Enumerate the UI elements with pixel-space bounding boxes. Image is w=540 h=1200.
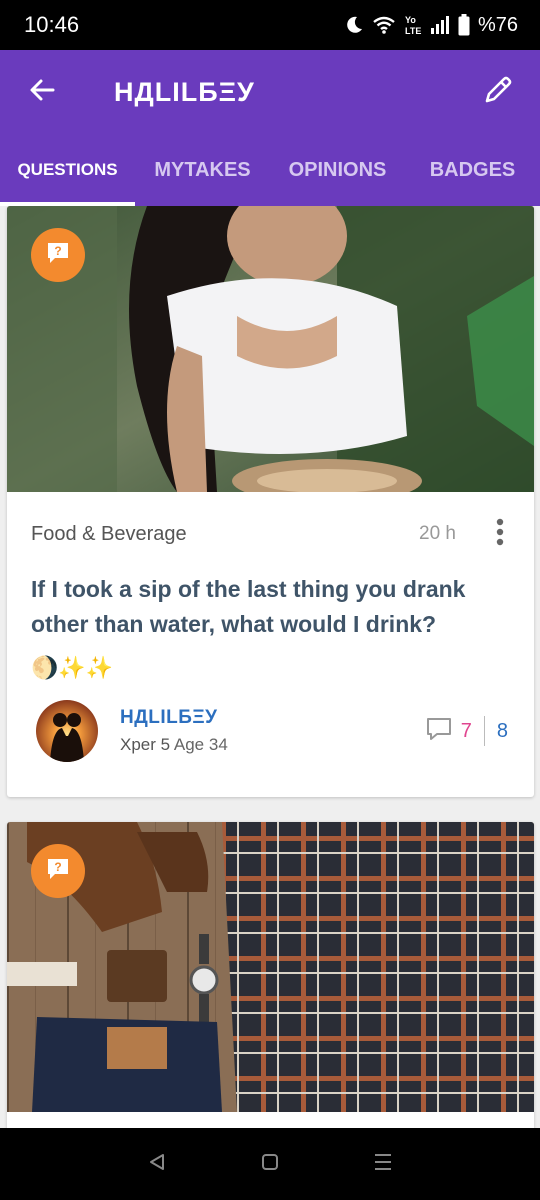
more-options-button[interactable] [490, 517, 510, 551]
question-stats[interactable]: 7 8 [425, 716, 508, 747]
avatar[interactable] [36, 700, 98, 762]
category-label[interactable]: Food & Beverage [31, 523, 187, 546]
meta-right: 20 h [419, 517, 510, 551]
pencil-icon [482, 74, 514, 111]
status-time: 10:46 [24, 12, 80, 37]
page-title: НДLILБΞУ [114, 76, 255, 107]
nav-recents-button[interactable] [363, 1144, 403, 1184]
back-button[interactable] [0, 50, 84, 134]
author-xper: Xper 5 [120, 735, 171, 754]
tab-opinions[interactable]: OPINIONS [270, 134, 405, 206]
battery-icon [458, 14, 470, 36]
triangle-back-icon [147, 1152, 167, 1177]
tab-questions[interactable]: QUESTIONS [0, 134, 135, 206]
question-image[interactable]: ? [7, 206, 534, 492]
card-meta: Food & Beverage 20 h [31, 514, 510, 554]
more-vertical-icon [496, 518, 504, 551]
status-bar: 10:46 Yo LTE %76 [0, 0, 540, 50]
author-age: Age 34 [173, 735, 228, 754]
svg-text:LTE: LTE [405, 26, 421, 36]
status-icons: Yo LTE %76 [344, 14, 518, 37]
tab-badges[interactable]: BADGES [405, 134, 540, 206]
opinion-count: 7 [460, 719, 472, 742]
svg-text:?: ? [54, 860, 61, 874]
square-home-icon [260, 1152, 280, 1177]
menu-lines-icon [373, 1152, 393, 1177]
author-meta: Xper 5 Age 34 [120, 735, 425, 755]
app-bar: НДLILБΞУ [0, 50, 540, 134]
question-badge: ? [31, 228, 85, 282]
moon-icon [344, 15, 364, 35]
question-badge: ? [31, 844, 85, 898]
nav-home-button[interactable] [250, 1144, 290, 1184]
stats-divider [483, 716, 485, 746]
question-card[interactable]: ? Food & Beverage 20 h If I took a sip o… [7, 206, 534, 797]
tab-label: MYTAKES [154, 158, 251, 181]
tab-bar: QUESTIONS MYTAKES OPINIONS BADGES [0, 134, 540, 206]
question-bubble-icon: ? [45, 240, 71, 271]
edit-button[interactable] [456, 50, 540, 134]
comment-icon [425, 716, 453, 747]
tab-mytakes[interactable]: MYTAKES [135, 134, 270, 206]
tab-label: BADGES [429, 158, 516, 181]
card-body: Food & Beverage 20 h If I took a sip of … [7, 492, 534, 762]
battery-level: %76 [477, 13, 518, 36]
tab-label: OPINIONS [288, 158, 387, 181]
svg-text:Yo: Yo [405, 15, 416, 25]
vote-count: 8 [496, 719, 508, 742]
signal-icon [430, 16, 450, 34]
lte-icon: Yo LTE [404, 14, 422, 36]
author-row: НДLILБΞУ Xper 5 Age 34 7 8 [31, 700, 510, 762]
author-name[interactable]: НДLILБΞУ [120, 707, 425, 729]
svg-text:?: ? [54, 244, 61, 258]
wifi-icon [372, 15, 396, 35]
questions-feed[interactable]: ? Food & Beverage 20 h If I took a sip o… [0, 206, 540, 1128]
arrow-left-icon [28, 76, 56, 109]
question-title[interactable]: If I took a sip of the last thing you dr… [31, 572, 510, 642]
time-ago: 20 h [419, 523, 456, 544]
question-bubble-icon: ? [45, 856, 71, 887]
nav-back-button[interactable] [137, 1144, 177, 1184]
question-image[interactable]: ? [7, 822, 534, 1112]
tab-label: QUESTIONS [17, 160, 118, 179]
question-card[interactable]: ? [7, 822, 534, 1128]
system-nav-bar [0, 1128, 540, 1200]
question-emoji: 🌖✨✨ [31, 655, 114, 680]
author-info: НДLILБΞУ Xper 5 Age 34 [120, 707, 425, 755]
